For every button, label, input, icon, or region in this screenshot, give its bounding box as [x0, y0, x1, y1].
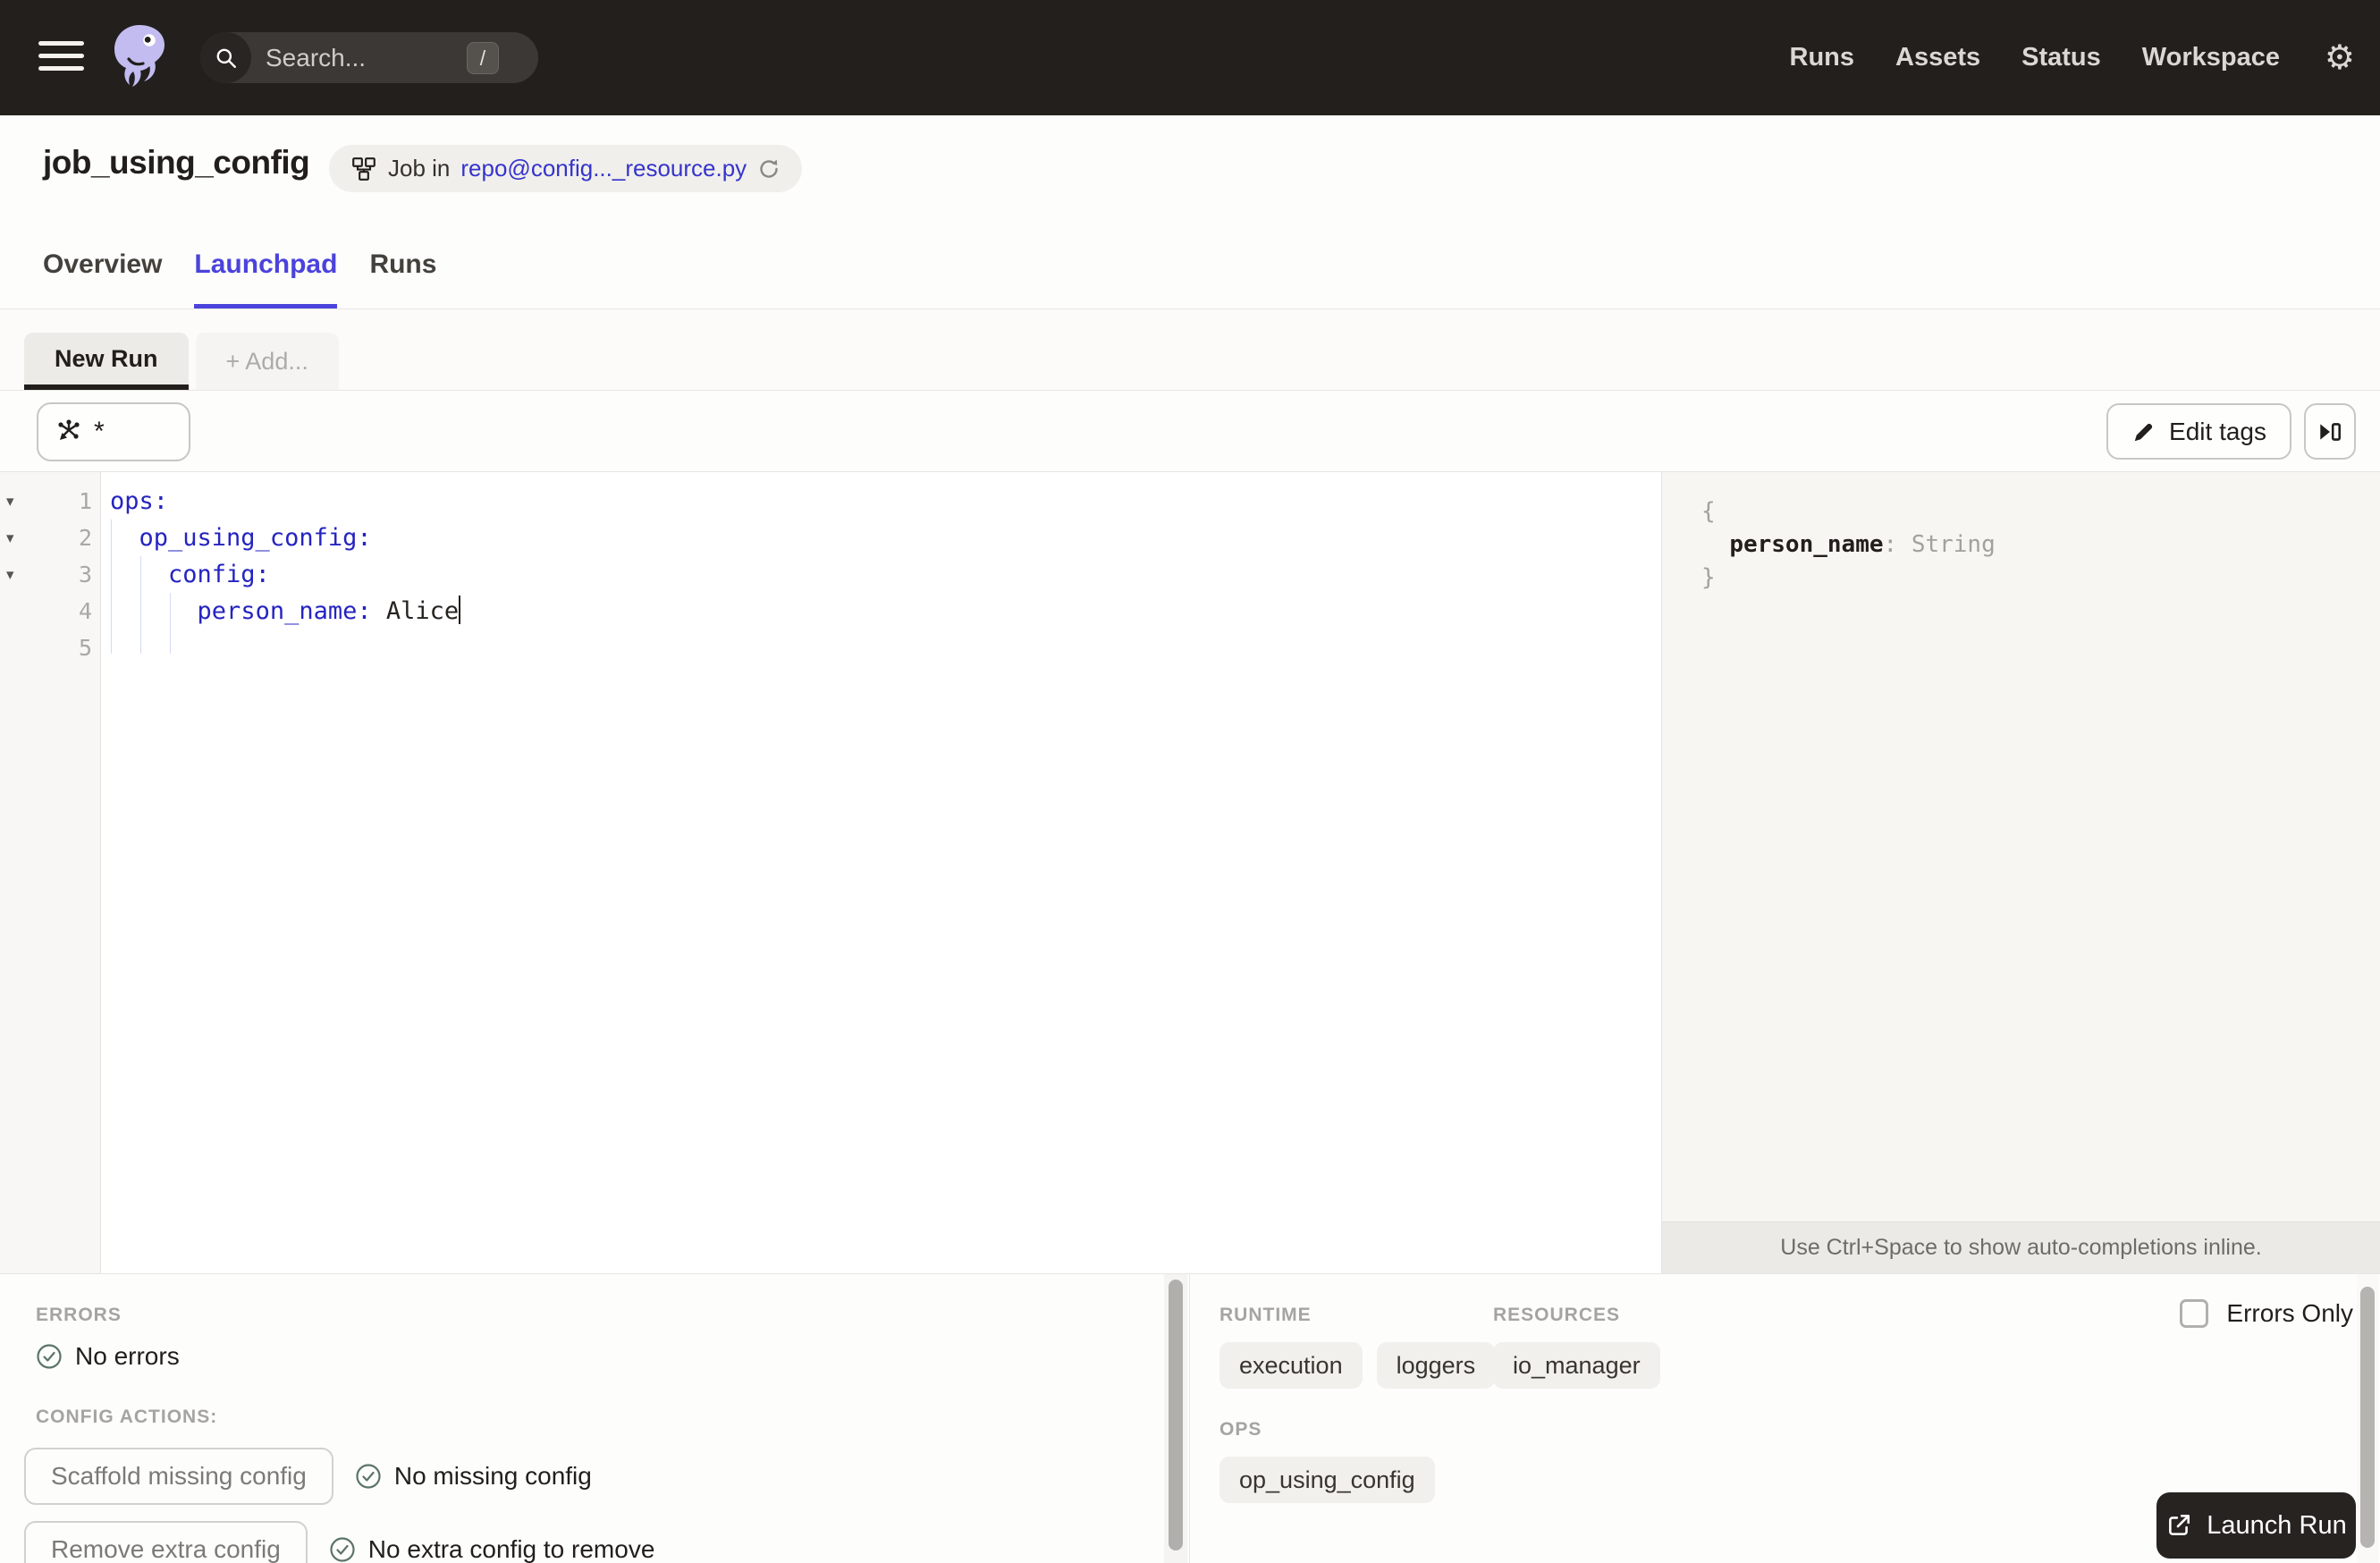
gear-icon[interactable]: ⚙ — [2325, 0, 2355, 115]
schema-type-signature: { person_name: String } — [1701, 498, 1996, 591]
right-panel-scrollbar-thumb[interactable] — [2360, 1287, 2375, 1548]
code-line: person_name: Alice — [197, 596, 461, 625]
repo-link[interactable]: repo@config..._resource.py — [460, 155, 747, 182]
nav-link-workspace[interactable]: Workspace — [2142, 43, 2280, 72]
line-number: 5 — [78, 635, 92, 661]
fold-arrow-icon[interactable]: ▾ — [0, 529, 23, 547]
line-number: 1 — [78, 488, 92, 514]
job-graph-icon — [350, 156, 377, 182]
job-chip-prefix: Job in — [388, 155, 451, 182]
run-config-tab-add[interactable]: + Add... — [195, 333, 339, 390]
right-panel-scrollbar — [2357, 1274, 2378, 1563]
expand-panel-button[interactable] — [2304, 403, 2356, 460]
check-circle-icon — [355, 1463, 382, 1490]
autocomplete-hint: Use Ctrl+Space to show auto-completions … — [1662, 1221, 2380, 1273]
run-config-tab-band: New Run + Add... — [0, 309, 2380, 391]
text-cursor — [459, 596, 461, 624]
no-missing-config-status: No missing config — [355, 1462, 592, 1491]
op-selector-input[interactable]: * — [37, 402, 190, 461]
search-input[interactable] — [266, 43, 588, 72]
bottom-panel-divider — [1189, 1274, 1190, 1563]
op-selector-icon — [55, 418, 83, 446]
editor-gutter: ▾ 1 ▾ 2 ▾ 3 4 5 — [0, 472, 101, 1273]
page-title: job_using_config — [43, 144, 310, 181]
page-header: job_using_config Job in repo@config..._r… — [0, 115, 2380, 224]
external-link-icon — [2165, 1512, 2192, 1539]
launch-run-button[interactable]: Launch Run — [2156, 1492, 2356, 1559]
nav-link-status[interactable]: Status — [2021, 43, 2101, 72]
ops-heading: OPS — [1220, 1419, 1262, 1440]
tab-launchpad[interactable]: Launchpad — [194, 224, 338, 309]
config-editor-region: ▾ 1 ▾ 2 ▾ 3 4 5 ops: op_using_config: confi… — [0, 472, 2380, 1273]
top-navbar: / Runs Assets Status Workspace ⚙ — [0, 0, 2380, 115]
code-line: ops: — [110, 487, 169, 515]
config-schema-panel: { person_name: String } Use Ctrl+Space t… — [1661, 472, 2380, 1273]
pencil-icon — [2131, 419, 2156, 444]
check-circle-icon — [36, 1343, 63, 1370]
search-icon — [200, 32, 251, 83]
runtime-tag-loggers[interactable]: loggers — [1376, 1342, 1496, 1389]
bottom-panel: ERRORS No errors CONFIG ACTIONS: Scaffol… — [0, 1273, 2380, 1563]
dagster-logo-icon[interactable] — [104, 21, 175, 95]
no-errors-status: No errors — [36, 1342, 180, 1371]
check-circle-icon — [329, 1536, 356, 1563]
schema-field-name[interactable]: person_name — [1729, 531, 1883, 558]
code-line: op_using_config: — [139, 524, 372, 552]
op-selector-value: * — [94, 417, 105, 446]
errors-heading: ERRORS — [36, 1305, 122, 1325]
nav-link-assets[interactable]: Assets — [1895, 43, 1980, 72]
line-number: 3 — [78, 562, 92, 587]
schema-field-type: String — [1911, 531, 1996, 558]
errors-only-toggle: Errors Only — [2180, 1299, 2353, 1328]
launchpad-toolbar: * Edit tags — [0, 391, 2380, 472]
expand-panel-icon — [2317, 418, 2343, 445]
errors-only-checkbox[interactable] — [2180, 1299, 2209, 1328]
left-panel-scrollbar-thumb[interactable] — [1169, 1280, 1183, 1550]
op-tag-op-using-config[interactable]: op_using_config — [1220, 1457, 1435, 1503]
nav-link-runs[interactable]: Runs — [1790, 43, 1855, 72]
job-tabs: Overview Launchpad Runs — [43, 224, 436, 309]
resources-heading: RESOURCES — [1493, 1305, 1621, 1325]
tab-overview[interactable]: Overview — [43, 224, 162, 309]
dagster-launchpad-page: / Runs Assets Status Workspace ⚙ job_usi… — [0, 0, 2380, 1563]
fold-arrow-icon[interactable]: ▾ — [0, 493, 23, 511]
runtime-tag-execution[interactable]: execution — [1220, 1342, 1363, 1389]
fold-arrow-icon[interactable]: ▾ — [0, 566, 23, 584]
runtime-heading: RUNTIME — [1220, 1305, 1312, 1325]
left-panel-scrollbar — [1164, 1274, 1187, 1563]
reload-icon[interactable] — [757, 157, 781, 181]
errors-only-label: Errors Only — [2226, 1299, 2353, 1327]
run-config-tab-new-run[interactable]: New Run — [24, 333, 189, 390]
line-number: 2 — [78, 525, 92, 551]
no-extra-config-status: No extra config to remove — [329, 1535, 654, 1563]
tab-runs[interactable]: Runs — [369, 224, 436, 309]
hamburger-menu-icon[interactable] — [38, 41, 84, 75]
search-shortcut-key: / — [467, 42, 499, 74]
job-location-chip: Job in repo@config..._resource.py — [329, 145, 803, 192]
remove-extra-config-button[interactable]: Remove extra config — [24, 1521, 308, 1563]
nav-links: Runs Assets Status Workspace — [1790, 0, 2280, 115]
search-input-container: / — [200, 32, 588, 83]
code-line: config: — [168, 561, 270, 588]
edit-tags-button[interactable]: Edit tags — [2106, 403, 2291, 460]
line-number: 4 — [78, 598, 92, 624]
scaffold-missing-config-button[interactable]: Scaffold missing config — [24, 1448, 333, 1505]
yaml-config-editor[interactable]: ops: op_using_config: config: person_nam… — [102, 472, 1661, 1273]
resource-tag-io-manager[interactable]: io_manager — [1493, 1342, 1660, 1389]
config-actions-heading: CONFIG ACTIONS: — [36, 1407, 218, 1427]
